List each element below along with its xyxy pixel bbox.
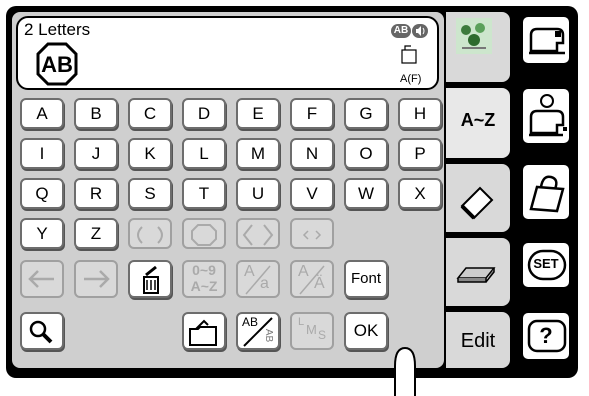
cursor-left-button[interactable] — [20, 260, 64, 298]
numeric-bottom-label: A~Z — [190, 278, 218, 294]
delete-button[interactable] — [128, 260, 172, 298]
display-title: 2 Letters — [24, 20, 91, 39]
numeric-top-label: 0~9 — [192, 262, 216, 278]
slash-icon — [299, 265, 325, 295]
tab-eraser[interactable] — [446, 162, 512, 234]
hoop-icon — [401, 45, 417, 64]
key-n[interactable]: N — [290, 138, 334, 169]
tab-edit-label: Edit — [460, 330, 496, 352]
sewing-machine-icon — [529, 27, 565, 55]
key-r[interactable]: R — [74, 178, 118, 209]
embroidery-mode-button[interactable] — [520, 86, 572, 146]
accent-toggle-button[interactable]: AÄ — [290, 260, 334, 298]
ab-layout-button[interactable]: AB AB — [236, 312, 280, 350]
angle-frame-icon — [302, 230, 322, 240]
memory-button[interactable] — [182, 312, 226, 350]
key-c[interactable]: C — [128, 98, 172, 129]
key-g[interactable]: G — [344, 98, 388, 129]
key-b[interactable]: B — [74, 98, 118, 129]
key-k[interactable]: K — [128, 138, 172, 169]
font-button[interactable]: Font — [344, 260, 388, 298]
size-l-label: L — [298, 316, 305, 328]
numeric-toggle-button[interactable]: 0~9 A~Z — [182, 260, 226, 298]
ab-badge: AB — [391, 24, 411, 38]
case-toggle-button[interactable]: Aa — [236, 260, 280, 298]
key-m[interactable]: M — [236, 138, 280, 169]
size-m-label: M — [306, 322, 317, 337]
key-y[interactable]: Y — [20, 218, 64, 249]
key-w[interactable]: W — [344, 178, 388, 209]
search-button[interactable] — [20, 312, 64, 350]
octagon-frame-key[interactable] — [182, 218, 226, 249]
arrow-left-icon — [28, 270, 54, 288]
monogram-text: AB — [41, 52, 73, 77]
folder-icon — [189, 319, 217, 346]
tab-embroidery[interactable] — [446, 10, 512, 84]
key-t[interactable]: T — [182, 178, 226, 209]
trash-icon — [143, 265, 159, 294]
bag-icon — [529, 175, 565, 213]
set-label: SET — [533, 256, 559, 271]
key-l[interactable]: L — [182, 138, 226, 169]
cursor-right-button[interactable] — [74, 260, 118, 298]
key-d[interactable]: D — [182, 98, 226, 129]
font-code: A(F) — [400, 73, 422, 85]
key-q[interactable]: Q — [20, 178, 64, 209]
angle-frame-key[interactable] — [290, 218, 334, 249]
tab-alphabet-label: A~Z — [460, 110, 496, 130]
tab-panel: A~Z Edit — [446, 10, 512, 370]
diamond-frame-key[interactable] — [236, 218, 280, 249]
size-button[interactable]: LMS — [290, 312, 334, 350]
key-j[interactable]: J — [74, 138, 118, 169]
slash-icon — [245, 265, 271, 295]
magnifier-icon — [29, 320, 53, 344]
sewing-mode-button[interactable] — [520, 14, 572, 66]
diamond-frame-icon — [242, 224, 274, 246]
speaker-icon — [412, 24, 428, 38]
flower-pattern-icon — [456, 18, 492, 54]
touch-pen-icon — [394, 346, 416, 396]
preview-display: 2 Letters AB AB A(F) — [16, 16, 439, 90]
ok-button[interactable]: OK — [344, 312, 388, 350]
octagon-frame-icon — [191, 224, 217, 246]
monogram-preview: AB — [36, 42, 78, 86]
key-x[interactable]: X — [398, 178, 442, 209]
help-label: ? — [539, 323, 553, 348]
key-h[interactable]: H — [398, 98, 442, 129]
tab-edit[interactable]: Edit — [446, 310, 512, 370]
key-i[interactable]: I — [20, 138, 64, 169]
round-frame-key[interactable] — [128, 218, 172, 249]
key-a[interactable]: A — [20, 98, 64, 129]
frame-pattern-icon — [456, 267, 496, 283]
eraser-icon — [460, 186, 494, 220]
bag-button[interactable] — [520, 162, 572, 222]
key-o[interactable]: O — [344, 138, 388, 169]
key-e[interactable]: E — [236, 98, 280, 129]
size-s-label: S — [318, 328, 327, 342]
tab-alphabet[interactable]: A~Z — [446, 86, 512, 160]
arrow-right-icon — [84, 270, 110, 288]
ab-bottom-label: AB — [263, 328, 275, 343]
accent-lower-label: Ä — [314, 275, 325, 292]
key-v[interactable]: V — [290, 178, 334, 209]
key-u[interactable]: U — [236, 178, 280, 209]
embroidery-machine-icon — [529, 94, 567, 137]
case-lower-label: a — [260, 275, 269, 292]
round-frame-icon — [137, 226, 163, 244]
key-s[interactable]: S — [128, 178, 172, 209]
tab-frame[interactable] — [446, 236, 512, 308]
key-z[interactable]: Z — [74, 218, 118, 249]
key-f[interactable]: F — [290, 98, 334, 129]
set-button[interactable]: SET — [520, 240, 572, 290]
key-p[interactable]: P — [398, 138, 442, 169]
help-button[interactable]: ? — [520, 310, 572, 362]
